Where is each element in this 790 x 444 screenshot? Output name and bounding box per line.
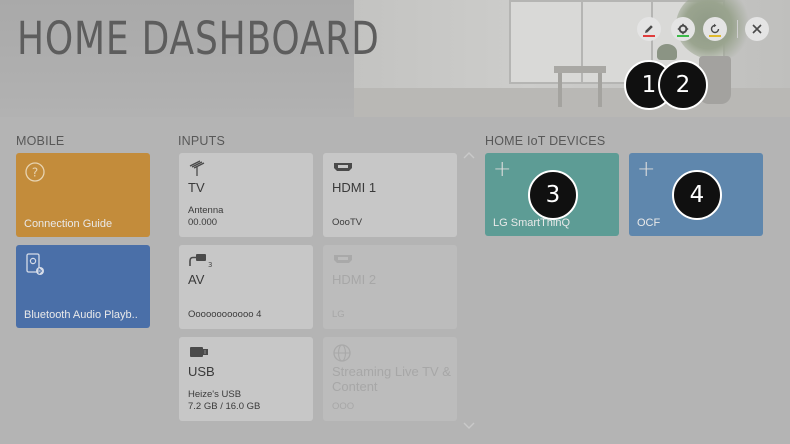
svg-text:3: 3 [208, 261, 212, 269]
edit-button[interactable] [637, 17, 661, 41]
callout-3: 3 [528, 170, 578, 220]
callout-4: 4 [672, 170, 722, 220]
card-label: Bluetooth Audio Playb.. [24, 309, 138, 321]
input-subtext: OooTV [332, 217, 363, 228]
scroll-up-icon[interactable] [463, 151, 475, 159]
plus-icon: + [637, 157, 656, 182]
scroll-down-icon[interactable] [463, 422, 475, 430]
input-name: HDMI 2 [332, 272, 377, 287]
plus-icon: + [493, 157, 512, 182]
gear-icon [677, 23, 689, 35]
close-icon [752, 24, 762, 34]
antenna-icon [189, 160, 205, 176]
input-tile-hdmi2[interactable]: HDMI 2 LG [323, 245, 457, 329]
page-title: HOME DASHBOARD [17, 12, 380, 65]
globe-icon [333, 344, 351, 362]
input-subtext: Antenna 00.000 [188, 205, 224, 228]
bluetooth-speaker-icon [26, 253, 44, 275]
input-tile-tv[interactable]: TV Antenna 00.000 [179, 153, 313, 237]
input-subtext: OOO [332, 401, 355, 412]
edit-color-bar [643, 35, 655, 37]
section-label-iot: HOME IoT DEVICES [485, 134, 606, 148]
close-button[interactable] [745, 17, 769, 41]
input-name: AV [188, 272, 205, 287]
input-tile-streaming[interactable]: Streaming Live TV & Content OOO [323, 337, 457, 421]
settings-button[interactable] [671, 17, 695, 41]
svg-text:?: ? [32, 166, 38, 180]
callout-2: 2 [658, 60, 708, 110]
card-bluetooth-audio[interactable]: Bluetooth Audio Playb.. [16, 245, 150, 328]
settings-color-bar [677, 35, 689, 37]
refresh-icon [710, 23, 720, 34]
input-name: HDMI 1 [332, 180, 377, 195]
section-label-mobile: MOBILE [16, 134, 65, 148]
card-label: OCF [637, 217, 661, 229]
question-icon: ? [25, 162, 45, 182]
header-divider [737, 20, 738, 38]
input-name: Streaming Live TV & Content [332, 364, 451, 394]
input-tile-usb[interactable]: USB Heize's USB 7.2 GB / 16.0 GB [179, 337, 313, 421]
input-subtext: LG [332, 309, 345, 320]
hdmi-icon [334, 163, 352, 171]
input-subtext: Heize's USB 7.2 GB / 16.0 GB [188, 389, 261, 412]
section-label-inputs: INPUTS [178, 134, 226, 148]
refresh-button[interactable] [703, 17, 727, 41]
room-background-image [354, 0, 790, 117]
input-name: TV [188, 180, 205, 195]
usb-icon [190, 347, 208, 357]
input-tile-av[interactable]: 3 AV Oooooooooooo 4 [179, 245, 313, 329]
input-subtext: Oooooooooooo 4 [188, 309, 262, 320]
input-tile-hdmi1[interactable]: HDMI 1 OooTV [323, 153, 457, 237]
input-name: USB [188, 364, 215, 379]
hdmi-icon [334, 255, 352, 263]
refresh-color-bar [709, 35, 721, 37]
pencil-icon [645, 25, 653, 33]
card-connection-guide[interactable]: ? Connection Guide [16, 153, 150, 237]
av-cable-icon: 3 [189, 254, 212, 269]
card-label: Connection Guide [24, 218, 113, 230]
